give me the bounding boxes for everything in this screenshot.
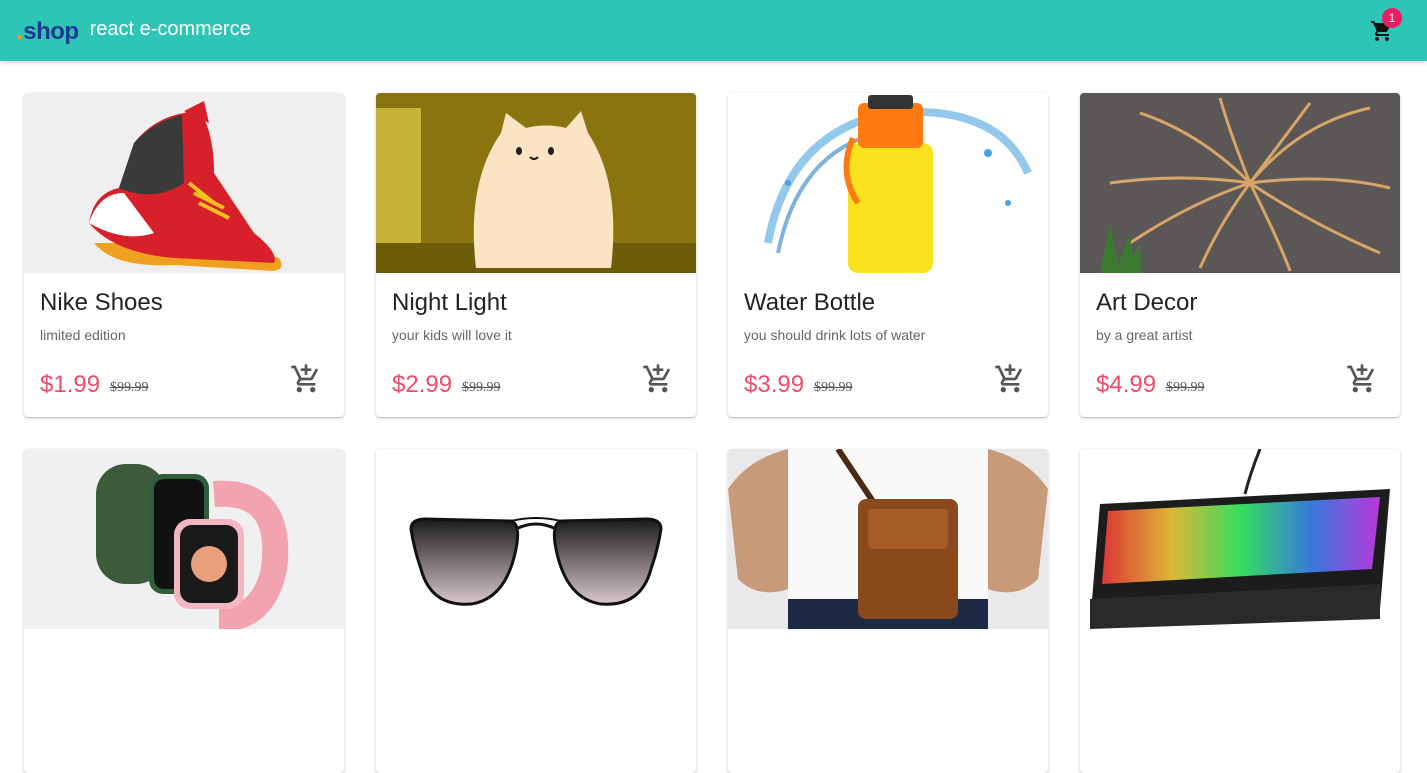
product-image-keyboard[interactable] xyxy=(1080,449,1400,629)
add-to-cart-button[interactable] xyxy=(640,361,676,397)
product-card xyxy=(1080,449,1400,773)
water-bottle-image xyxy=(728,93,1048,273)
app-bar: . shop react e-commerce 1 xyxy=(0,0,1427,61)
product-old-price: $99.99 xyxy=(814,380,853,395)
smartwatch-image xyxy=(24,449,344,629)
product-subtitle: you should drink lots of water xyxy=(744,327,926,343)
product-price: $2.99 xyxy=(392,371,453,398)
product-subtitle: your kids will love it xyxy=(392,327,512,343)
product-title: Art Decor xyxy=(1096,289,1198,316)
add-to-cart-icon xyxy=(643,364,671,393)
shop-logo[interactable]: . shop xyxy=(16,17,79,44)
product-grid: Nike Shoes limited edition $1.99 $99.99 … xyxy=(24,93,1400,773)
night-light-image xyxy=(376,93,696,273)
product-old-price: $99.99 xyxy=(462,380,501,395)
product-image-shoe[interactable] xyxy=(24,93,344,273)
product-card: Night Light your kids will love it $2.99… xyxy=(376,93,696,417)
product-title: Water Bottle xyxy=(744,289,876,316)
product-subtitle: by a great artist xyxy=(1096,327,1193,343)
product-card xyxy=(728,449,1048,773)
product-subtitle: limited edition xyxy=(40,327,126,343)
product-card: Water Bottle you should drink lots of wa… xyxy=(728,93,1048,417)
product-title: Night Light xyxy=(392,289,507,316)
add-to-cart-button[interactable] xyxy=(288,361,324,397)
product-card xyxy=(24,449,344,773)
rgb-keyboard-image xyxy=(1080,449,1400,629)
add-to-cart-icon xyxy=(291,364,319,393)
product-old-price: $99.99 xyxy=(1166,380,1205,395)
app-title: react e-commerce xyxy=(89,18,251,40)
product-price: $3.99 xyxy=(744,371,805,398)
add-to-cart-button[interactable] xyxy=(992,361,1028,397)
logo-dot: . xyxy=(16,15,24,45)
product-image-art-decor[interactable] xyxy=(1080,93,1400,273)
sunglasses-image xyxy=(376,449,696,629)
product-price: $4.99 xyxy=(1096,371,1157,398)
product-card: Nike Shoes limited edition $1.99 $99.99 xyxy=(24,93,344,417)
logo-text: shop xyxy=(23,18,79,45)
add-to-cart-icon xyxy=(1347,364,1375,393)
product-image-bag[interactable] xyxy=(728,449,1048,629)
leather-bag-image xyxy=(728,449,1048,629)
product-image-night-light[interactable] xyxy=(376,93,696,273)
product-old-price: $99.99 xyxy=(110,380,149,395)
add-to-cart-button[interactable] xyxy=(1344,361,1380,397)
art-decor-image xyxy=(1080,93,1400,273)
product-image-watch[interactable] xyxy=(24,449,344,629)
product-image-water-bottle[interactable] xyxy=(728,93,1048,273)
shoe-image xyxy=(24,93,344,273)
cart-count-badge: 1 xyxy=(1382,8,1402,28)
product-title: Nike Shoes xyxy=(40,289,163,316)
product-card: Art Decor by a great artist $4.99 $99.99 xyxy=(1080,93,1400,417)
product-price: $1.99 xyxy=(40,371,101,398)
cart-button[interactable]: 1 xyxy=(1367,8,1402,46)
product-card xyxy=(376,449,696,773)
product-image-sunglasses[interactable] xyxy=(376,449,696,629)
add-to-cart-icon xyxy=(995,364,1023,393)
